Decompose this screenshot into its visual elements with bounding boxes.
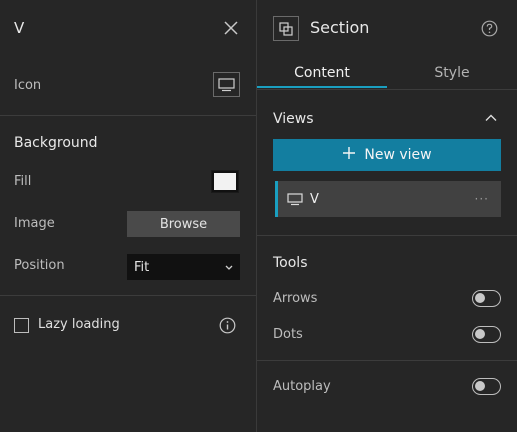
fill-color-swatch[interactable] — [211, 170, 239, 193]
fill-label: Fill — [14, 174, 32, 189]
icon-label: Icon — [14, 78, 42, 93]
lazy-loading-checkbox[interactable] — [14, 318, 29, 333]
close-icon[interactable] — [222, 19, 240, 37]
toggle-knob — [475, 381, 485, 391]
dots-toggle[interactable] — [472, 326, 501, 343]
lazy-loading-label: Lazy loading — [38, 317, 120, 332]
fill-color-preview — [214, 173, 236, 190]
position-select[interactable]: Fit — [127, 254, 240, 280]
section-settings-panel: Section Content Style Views New view V ·… — [257, 0, 517, 432]
autoplay-toggle[interactable] — [472, 378, 501, 395]
view-list-item[interactable]: V ··· — [275, 181, 501, 217]
new-view-label: New view — [364, 147, 432, 163]
position-select-value: Fit — [134, 259, 150, 275]
autoplay-label: Autoplay — [273, 379, 331, 394]
info-icon[interactable] — [218, 316, 236, 334]
tabs-divider — [257, 89, 517, 90]
icon-picker-button[interactable] — [213, 72, 240, 97]
chevron-down-icon — [224, 261, 234, 276]
views-heading: Views — [273, 111, 314, 127]
tab-style[interactable]: Style — [387, 58, 517, 88]
tab-content[interactable]: Content — [257, 58, 387, 88]
arrows-label: Arrows — [273, 291, 318, 306]
position-label: Position — [14, 258, 65, 273]
monitor-icon — [287, 192, 303, 206]
toggle-knob — [475, 329, 485, 339]
image-label: Image — [14, 216, 55, 231]
panel-title: Section — [310, 18, 370, 37]
plus-icon — [342, 146, 356, 164]
chevron-up-icon[interactable] — [483, 110, 499, 126]
section-divider — [257, 360, 517, 361]
view-settings-panel: V Icon Background Fill Image Browse Posi… — [0, 0, 256, 432]
browse-button[interactable]: Browse — [127, 211, 240, 237]
more-options-icon[interactable]: ··· — [475, 192, 489, 206]
section-icon — [273, 16, 299, 41]
arrows-toggle[interactable] — [472, 290, 501, 307]
help-icon[interactable] — [480, 19, 498, 37]
new-view-button[interactable]: New view — [273, 139, 501, 171]
toggle-knob — [475, 293, 485, 303]
background-heading: Background — [14, 135, 98, 151]
view-label: V — [310, 191, 319, 207]
monitor-icon — [218, 77, 235, 91]
panel-title: V — [14, 19, 25, 37]
tools-heading: Tools — [273, 255, 308, 271]
section-divider — [257, 235, 517, 236]
section-divider — [0, 115, 256, 116]
dots-label: Dots — [273, 327, 303, 342]
section-divider — [0, 295, 256, 296]
